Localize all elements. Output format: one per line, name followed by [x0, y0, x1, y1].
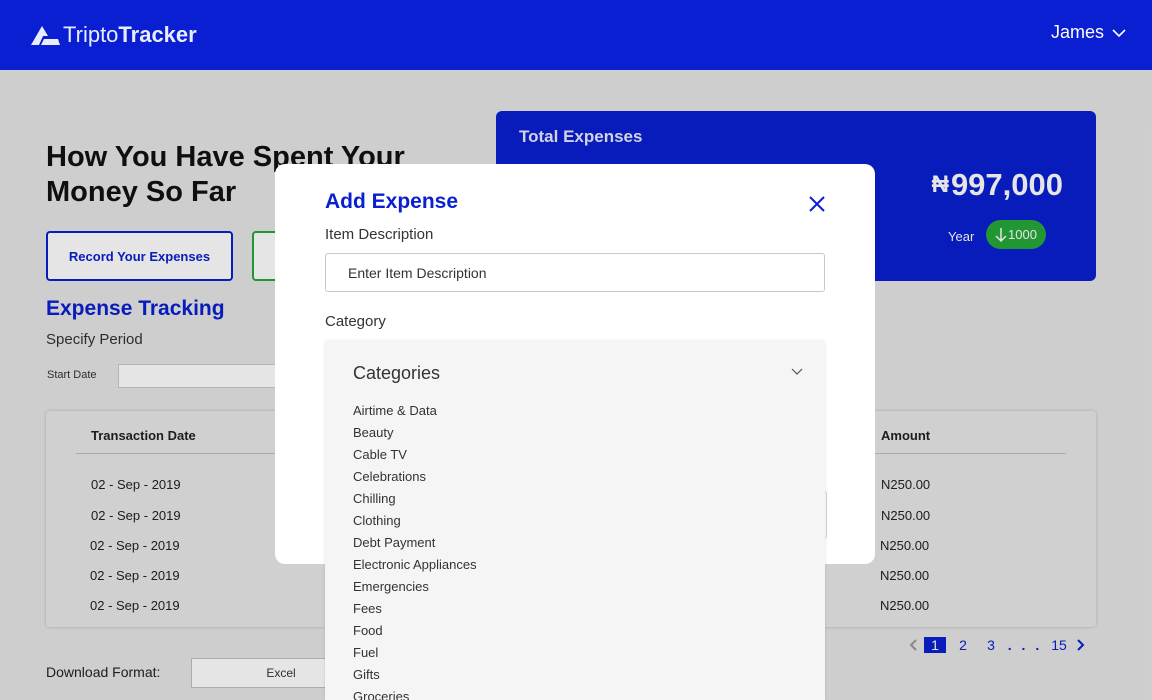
close-icon[interactable] — [807, 194, 827, 214]
category-option[interactable]: Gifts — [353, 667, 477, 689]
category-option[interactable]: Fees — [353, 601, 477, 623]
logo-mark-icon — [31, 26, 60, 45]
category-dropdown[interactable]: Categories Airtime & Data Beauty Cable T… — [325, 340, 825, 700]
item-description-input[interactable] — [325, 253, 825, 292]
category-option[interactable]: Cable TV — [353, 447, 477, 469]
app-logo[interactable]: Tripto Tracker — [31, 22, 197, 48]
chevron-down-icon[interactable] — [791, 367, 803, 376]
category-option[interactable]: Emergencies — [353, 579, 477, 601]
category-label: Category — [325, 313, 386, 330]
category-option[interactable]: Electronic Appliances — [353, 557, 477, 579]
category-option[interactable]: Beauty — [353, 425, 477, 447]
dropdown-header[interactable]: Categories — [353, 363, 440, 384]
user-name: James — [1050, 22, 1104, 42]
category-option[interactable]: Fuel — [353, 645, 477, 667]
top-nav-bar: Tripto Tracker James — [0, 0, 1152, 70]
category-option[interactable]: Airtime & Data — [353, 403, 477, 425]
logo-text-tracker: Tracker — [118, 22, 197, 47]
category-option[interactable]: Chilling — [353, 491, 477, 513]
category-option[interactable]: Food — [353, 623, 477, 645]
logo-text-tripto: Tripto — [63, 22, 119, 47]
category-option[interactable]: Clothing — [353, 513, 477, 535]
chevron-down-icon — [1112, 28, 1126, 37]
category-option[interactable]: Groceries — [353, 689, 477, 700]
modal-title: Add Expense — [325, 190, 459, 213]
item-description-label: Item Description — [325, 226, 434, 243]
category-option[interactable]: Celebrations — [353, 469, 477, 491]
user-menu[interactable]: James — [1051, 22, 1126, 43]
category-list: Airtime & Data Beauty Cable TV Celebrati… — [353, 403, 477, 700]
category-option[interactable]: Debt Payment — [353, 535, 477, 557]
